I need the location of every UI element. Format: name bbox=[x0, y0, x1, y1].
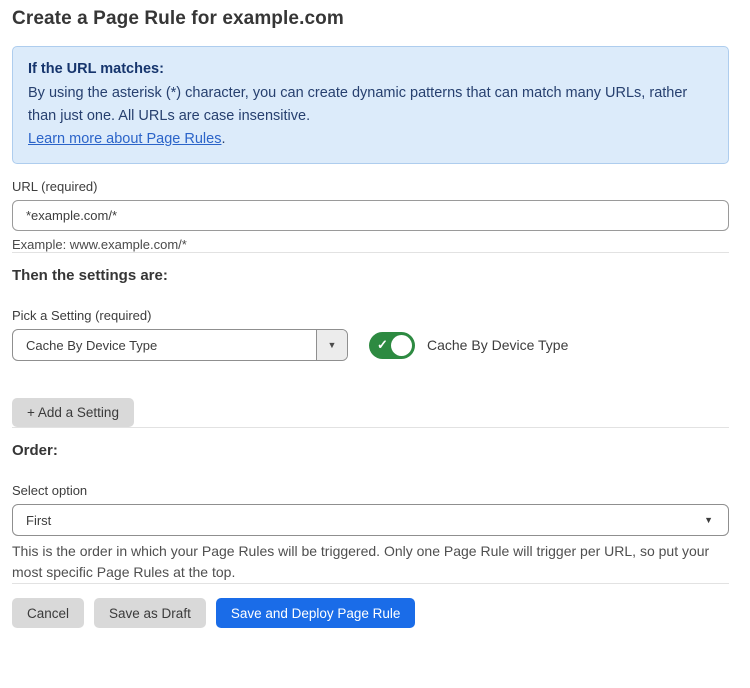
order-section-heading: Order: bbox=[12, 442, 729, 459]
order-select-value: First bbox=[13, 513, 704, 528]
toggle-label: Cache By Device Type bbox=[427, 337, 568, 353]
page-title: Create a Page Rule for example.com bbox=[12, 8, 729, 30]
order-select[interactable]: First ▼ bbox=[12, 504, 729, 536]
url-match-info-box: If the URL matches: By using the asteris… bbox=[12, 46, 729, 164]
url-example-helper: Example: www.example.com/* bbox=[12, 237, 729, 252]
save-and-deploy-button[interactable]: Save and Deploy Page Rule bbox=[216, 598, 416, 628]
section-divider bbox=[12, 427, 729, 428]
check-icon: ✓ bbox=[377, 338, 388, 351]
setting-select[interactable]: Cache By Device Type ▼ bbox=[12, 329, 348, 361]
pick-setting-label: Pick a Setting (required) bbox=[12, 308, 729, 323]
learn-more-link[interactable]: Learn more about Page Rules bbox=[28, 131, 221, 147]
footer-divider bbox=[12, 583, 729, 584]
section-divider bbox=[12, 252, 729, 253]
save-as-draft-button[interactable]: Save as Draft bbox=[94, 598, 206, 628]
footer-actions: Cancel Save as Draft Save and Deploy Pag… bbox=[12, 598, 729, 628]
create-page-rule-form: Create a Page Rule for example.com If th… bbox=[0, 0, 750, 628]
cancel-button[interactable]: Cancel bbox=[12, 598, 84, 628]
setting-row: Cache By Device Type ▼ ✓ Cache By Device… bbox=[12, 329, 729, 361]
add-setting-button[interactable]: + Add a Setting bbox=[12, 398, 134, 427]
setting-toggle[interactable]: ✓ bbox=[369, 332, 415, 359]
link-period: . bbox=[221, 131, 225, 147]
select-option-label: Select option bbox=[12, 483, 729, 498]
chevron-down-icon[interactable]: ▼ bbox=[316, 330, 347, 360]
url-input[interactable] bbox=[12, 200, 729, 231]
chevron-down-icon: ▼ bbox=[704, 515, 728, 525]
url-label: URL (required) bbox=[12, 179, 729, 194]
info-box-heading: If the URL matches: bbox=[28, 58, 713, 80]
order-helper-text: This is the order in which your Page Rul… bbox=[12, 541, 729, 583]
setting-select-value: Cache By Device Type bbox=[13, 338, 316, 353]
toggle-knob bbox=[391, 335, 412, 356]
settings-section-heading: Then the settings are: bbox=[12, 267, 729, 284]
info-box-link-line: Learn more about Page Rules. bbox=[28, 128, 713, 151]
info-box-body: By using the asterisk (*) character, you… bbox=[28, 82, 713, 128]
